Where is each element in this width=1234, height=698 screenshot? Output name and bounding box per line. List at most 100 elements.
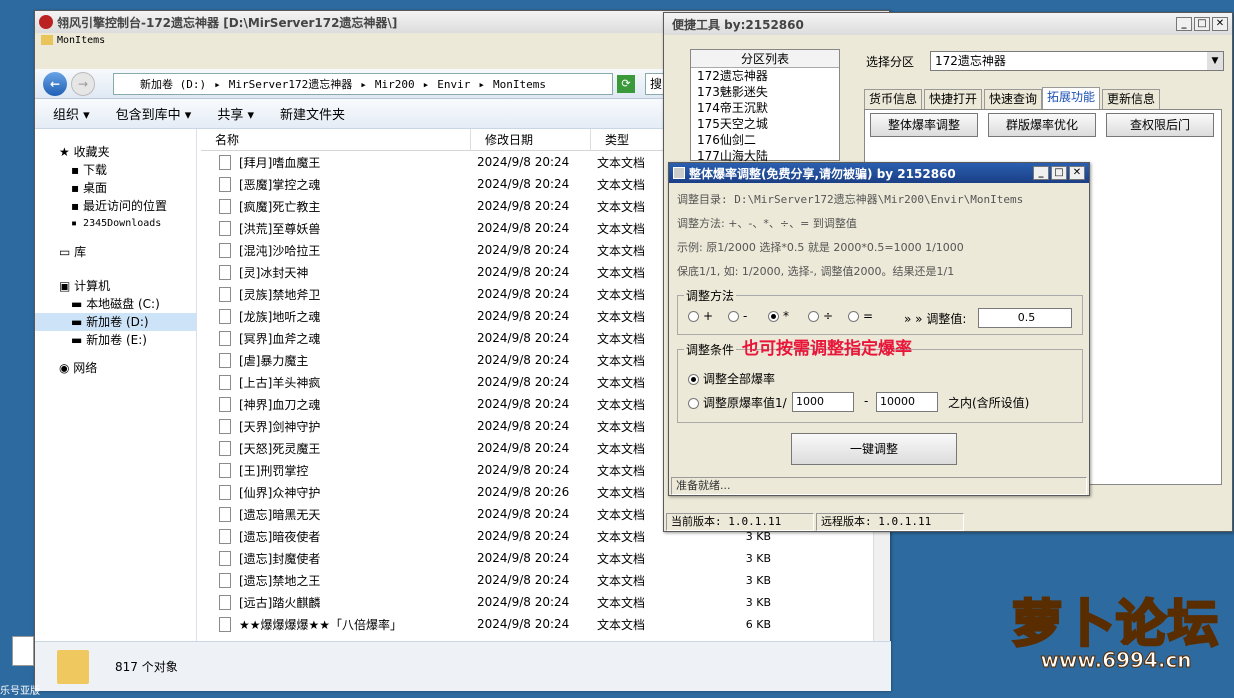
app-icon <box>39 15 53 29</box>
nav-recent[interactable]: ▪ 最近访问的位置 <box>35 197 196 215</box>
text-file-icon <box>219 264 231 280</box>
op-divide-radio[interactable]: ÷ <box>808 309 833 323</box>
file-name: [远古]踏火麒麟 <box>239 595 321 610</box>
adjust-value-input[interactable]: 0.5 <box>978 308 1072 328</box>
file-name: [遗忘]暗黑无天 <box>239 507 321 522</box>
all-rates-radio[interactable]: 调整全部爆率 <box>688 370 775 387</box>
crumb-drive[interactable]: 新加卷 (D:) <box>140 76 206 92</box>
new-folder-button[interactable]: 新建文件夹 <box>280 104 345 123</box>
example-text: 示例: 原1/2000 选择*0.5 就是 2000*0.5=1000 1/10… <box>677 241 964 254</box>
crumb-monitems[interactable]: MonItems <box>493 78 546 91</box>
file-row[interactable]: [遗忘]禁地之王 2024/9/8 20:24 文本文档 3 KB <box>201 569 891 591</box>
file-size: 3 KB <box>745 595 771 609</box>
tool-titlebar[interactable]: 便捷工具 by:2152860 _ □ ✕ <box>664 13 1232 35</box>
file-name: [混沌]沙哈拉王 <box>239 243 321 258</box>
nav-downloads[interactable]: ▪ 下载 <box>35 161 196 179</box>
file-date: 2024/9/8 20:24 <box>477 243 570 257</box>
file-name: ★★爆爆爆爆★★「八倍爆率」 <box>239 617 403 632</box>
file-name: [遗忘]暗夜使者 <box>239 529 321 544</box>
server-list-title: 分区列表 <box>691 50 839 68</box>
file-name: [龙族]地听之魂 <box>239 309 321 324</box>
file-name: [灵族]禁地斧卫 <box>239 287 321 302</box>
nav-drive-e[interactable]: ▬ 新加卷 (E:) <box>35 331 196 349</box>
file-name: [遗忘]封魔使者 <box>239 551 321 566</box>
method-group: 调整方法 + - * ÷ = » » 调整值: 0.5 <box>677 287 1083 335</box>
folder-icon <box>41 35 53 45</box>
crumb-server[interactable]: MirServer172遗忘神器 <box>229 76 352 92</box>
file-type: 文本文档 <box>597 617 646 632</box>
tool-maximize-button[interactable]: □ <box>1194 17 1210 31</box>
server-list-item[interactable]: 176仙剑二 <box>697 132 839 148</box>
nav-library[interactable]: ▭ 库 <box>35 243 196 261</box>
crumb-envir[interactable]: Envir <box>437 78 470 91</box>
group-rate-button[interactable]: 群版爆率优化 <box>988 113 1096 137</box>
check-backdoor-button[interactable]: 查权限后门 <box>1106 113 1214 137</box>
dialog-close-button[interactable]: ✕ <box>1069 166 1085 180</box>
organize-button[interactable]: 组织 ▾ <box>53 104 90 123</box>
range-from-input[interactable]: 1000 <box>792 392 854 412</box>
server-list-item[interactable]: 174帝王沉默 <box>697 100 839 116</box>
server-select[interactable]: 172遗忘神器 ▼ <box>930 51 1224 71</box>
text-file-icon <box>219 616 231 632</box>
op-equals-radio[interactable]: = <box>848 309 873 323</box>
op-minus-radio[interactable]: - <box>728 309 747 323</box>
overall-rate-button[interactable]: 整体爆率调整 <box>870 113 978 137</box>
nav-network[interactable]: ◉ 网络 <box>35 359 196 377</box>
server-list-item[interactable]: 172遗忘神器 <box>697 68 839 84</box>
tool-minimize-button[interactable]: _ <box>1176 17 1192 31</box>
crumb-mir200[interactable]: Mir200 <box>375 78 415 91</box>
tab-extensions[interactable]: 拓展功能 <box>1042 87 1101 109</box>
tab-currency[interactable]: 货币信息 <box>864 89 923 109</box>
refresh-icon[interactable]: ⟳ <box>617 75 635 93</box>
dialog-titlebar[interactable]: 整体爆率调整(免费分享,请勿被骗) by 2152860 _ □ ✕ <box>669 163 1089 183</box>
dialog-status: 准备就绪... <box>671 477 1087 495</box>
col-date[interactable]: 修改日期 <box>471 129 591 151</box>
file-row[interactable]: ★★爆爆爆爆★★「八倍爆率」 2024/9/8 20:24 文本文档 6 KB <box>201 613 891 635</box>
dialog-minimize-button[interactable]: _ <box>1033 166 1049 180</box>
file-date: 2024/9/8 20:24 <box>477 331 570 345</box>
file-size: 3 KB <box>745 551 771 565</box>
file-date: 2024/9/8 20:24 <box>477 375 570 389</box>
nav-2345downloads[interactable]: ▪ 2345Downloads <box>35 215 196 233</box>
nav-computer[interactable]: ▣ 计算机 <box>35 277 196 295</box>
file-size: 3 KB <box>745 573 771 587</box>
include-library-button[interactable]: 包含到库中 ▾ <box>116 104 192 123</box>
text-file-icon <box>219 484 231 500</box>
text-file-icon <box>219 330 231 346</box>
adjust-value-label: » » 调整值: <box>904 312 967 326</box>
breadcrumb[interactable]: 新加卷 (D:) ▸ MirServer172遗忘神器 ▸ Mir200 ▸ Envi… <box>113 73 613 95</box>
tab-updates[interactable]: 更新信息 <box>1102 89 1161 109</box>
one-click-adjust-button[interactable]: 一键调整 <box>791 433 957 465</box>
file-row[interactable]: [远古]踏火麒麟 2024/9/8 20:24 文本文档 3 KB <box>201 591 891 613</box>
dialog-maximize-button[interactable]: □ <box>1051 166 1067 180</box>
file-row[interactable]: [遗忘]封魔使者 2024/9/8 20:24 文本文档 3 KB <box>201 547 891 569</box>
file-date: 2024/9/8 20:24 <box>477 463 570 477</box>
tab-quick-query[interactable]: 快速查询 <box>984 89 1043 109</box>
file-size: 6 KB <box>745 617 771 631</box>
server-list-item[interactable]: 175天空之城 <box>697 116 839 132</box>
file-date: 2024/9/8 20:24 <box>477 155 570 169</box>
nav-drive-c[interactable]: ▬ 本地磁盘 (C:) <box>35 295 196 313</box>
server-list[interactable]: 分区列表 172遗忘神器 173魅影迷失 174帝王沉默 175天空之城 176仙剑二 1… <box>690 49 840 163</box>
forward-button[interactable]: → <box>71 72 95 96</box>
remote-version: 远程版本: 1.0.1.11 <box>816 513 964 531</box>
nav-favorites[interactable]: ★ 收藏夹 <box>35 143 196 161</box>
file-name: [神界]血刀之魂 <box>239 397 321 412</box>
col-name[interactable]: 名称 <box>201 129 471 151</box>
tool-close-button[interactable]: ✕ <box>1212 17 1228 31</box>
desktop-file-icon[interactable] <box>12 636 34 666</box>
share-button[interactable]: 共享 ▾ <box>217 104 254 123</box>
op-plus-radio[interactable]: + <box>688 309 713 323</box>
nav-desktop[interactable]: ▪ 桌面 <box>35 179 196 197</box>
server-list-item[interactable]: 173魅影迷失 <box>697 84 839 100</box>
range-radio[interactable]: 调整原爆率值1/ <box>688 394 787 411</box>
file-name: [天界]剑神守护 <box>239 419 321 434</box>
back-button[interactable]: ← <box>43 72 67 96</box>
file-name: [遗忘]禁地之王 <box>239 573 321 588</box>
text-file-icon <box>219 242 231 258</box>
op-multiply-radio[interactable]: * <box>768 309 789 323</box>
tab-quick-open[interactable]: 快捷打开 <box>924 89 983 109</box>
select-label: 选择分区 <box>866 55 915 69</box>
range-to-input[interactable]: 10000 <box>876 392 938 412</box>
nav-drive-d[interactable]: ▬ 新加卷 (D:) <box>35 313 196 331</box>
